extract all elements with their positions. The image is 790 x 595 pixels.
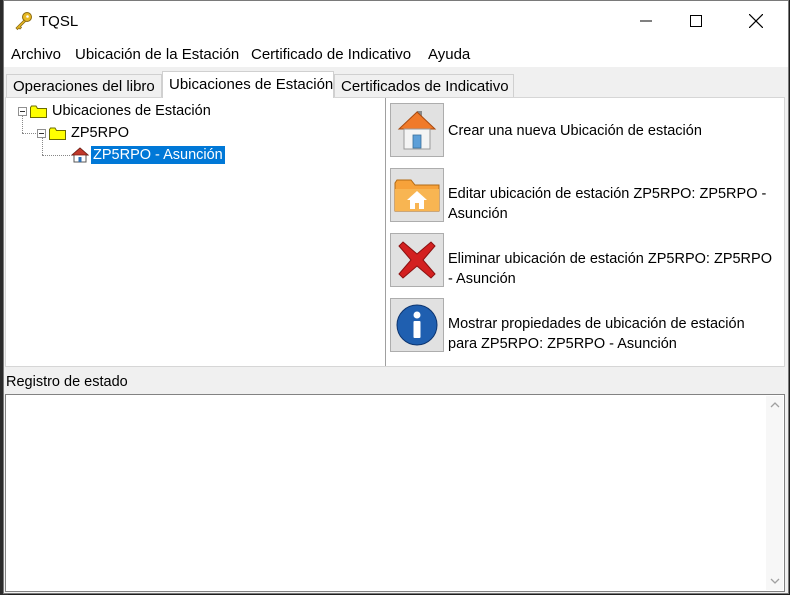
close-button[interactable] <box>731 1 781 41</box>
action-text-line: Mostrar propiedades de ubicación de esta… <box>448 316 745 332</box>
delete-location-label: Eliminar ubicación de estación ZP5RPO: Z… <box>448 249 782 289</box>
properties-label: Mostrar propiedades de ubicación de esta… <box>448 314 782 354</box>
ubicaciones-panel: Ubicaciones de Estación ZP5RPO ZP5RPO - … <box>5 97 785 367</box>
scroll-down-icon[interactable] <box>770 576 780 586</box>
tree-location-row[interactable]: ZP5RPO - Asunción <box>71 145 225 165</box>
tab-ubicaciones[interactable]: Ubicaciones de Estación <box>162 71 334 98</box>
house-icon <box>397 111 437 150</box>
folder-house-icon <box>394 179 440 212</box>
tqsl-window: TQSL Archivo Ubicación de la Estación Ce… <box>3 0 789 594</box>
create-location-label: Crear una nueva Ubicación de estación <box>448 121 782 141</box>
tree-connector <box>22 133 36 134</box>
window-title: TQSL <box>39 13 79 30</box>
maximize-button[interactable] <box>671 1 721 41</box>
action-create: Crear una nueva Ubicación de estación <box>388 101 784 161</box>
action-text-line: Asunción <box>448 206 508 222</box>
action-properties: Mostrar propiedades de ubicación de esta… <box>388 296 784 356</box>
delete-location-button[interactable] <box>390 233 444 287</box>
status-log-label: Registro de estado <box>6 374 128 390</box>
folder-icon <box>30 105 47 118</box>
create-location-button[interactable] <box>390 103 444 157</box>
house-icon <box>71 147 89 163</box>
menu-bar: Archivo Ubicación de la Estación Certifi… <box>4 41 788 67</box>
key-icon <box>15 12 32 31</box>
title-bar[interactable]: TQSL <box>4 1 788 41</box>
collapse-icon[interactable] <box>37 128 46 138</box>
close-icon <box>749 14 763 28</box>
action-text-line: Eliminar ubicación de estación ZP5RPO: Z… <box>448 251 772 267</box>
info-icon <box>396 304 438 346</box>
action-edit: Editar ubicación de estación ZP5RPO: ZP5… <box>388 166 784 226</box>
status-scrollbar[interactable] <box>766 396 783 590</box>
maximize-icon <box>690 15 702 27</box>
tree-callsign-row[interactable]: ZP5RPO <box>37 123 129 143</box>
action-delete: Eliminar ubicación de estación ZP5RPO: Z… <box>388 231 784 291</box>
action-text-line: Crear una nueva Ubicación de estación <box>448 123 702 139</box>
status-log[interactable] <box>5 394 785 592</box>
action-text-line: Editar ubicación de estación ZP5RPO: ZP5… <box>448 186 767 202</box>
menu-ubicacion[interactable]: Ubicación de la Estación <box>75 46 239 63</box>
tree-root-label: Ubicaciones de Estación <box>52 103 211 119</box>
scroll-up-icon[interactable] <box>770 400 780 410</box>
action-text-line: para ZP5RPO: ZP5RPO - Asunción <box>448 336 677 352</box>
tree-connector <box>42 155 70 156</box>
folder-icon <box>49 127 66 140</box>
tab-bar: Operaciones del libro Ubicaciones de Est… <box>4 71 788 98</box>
action-text-line: - Asunción <box>448 271 516 287</box>
menu-archivo[interactable]: Archivo <box>11 46 61 63</box>
minimize-button[interactable] <box>621 1 671 41</box>
location-tree[interactable]: Ubicaciones de Estación ZP5RPO ZP5RPO - … <box>7 99 385 365</box>
properties-button[interactable] <box>390 298 444 352</box>
tree-callsign-label: ZP5RPO <box>71 125 130 141</box>
tree-root-row[interactable]: Ubicaciones de Estación <box>18 101 211 121</box>
collapse-icon[interactable] <box>18 106 27 116</box>
red-x-icon <box>398 241 436 279</box>
edit-location-button[interactable] <box>390 168 444 222</box>
tree-location-label: ZP5RPO - Asunción <box>91 146 225 164</box>
pane-divider[interactable] <box>385 98 386 366</box>
edit-location-label: Editar ubicación de estación ZP5RPO: ZP5… <box>448 184 782 224</box>
tab-operaciones[interactable]: Operaciones del libro <box>6 74 162 97</box>
menu-certificado[interactable]: Certificado de Indicativo <box>251 46 411 63</box>
minimize-icon <box>640 20 652 22</box>
tab-certificados[interactable]: Certificados de Indicativo <box>334 74 514 97</box>
menu-ayuda[interactable]: Ayuda <box>428 46 470 63</box>
action-panel: Crear una nueva Ubicación de estación Ed… <box>388 98 784 366</box>
